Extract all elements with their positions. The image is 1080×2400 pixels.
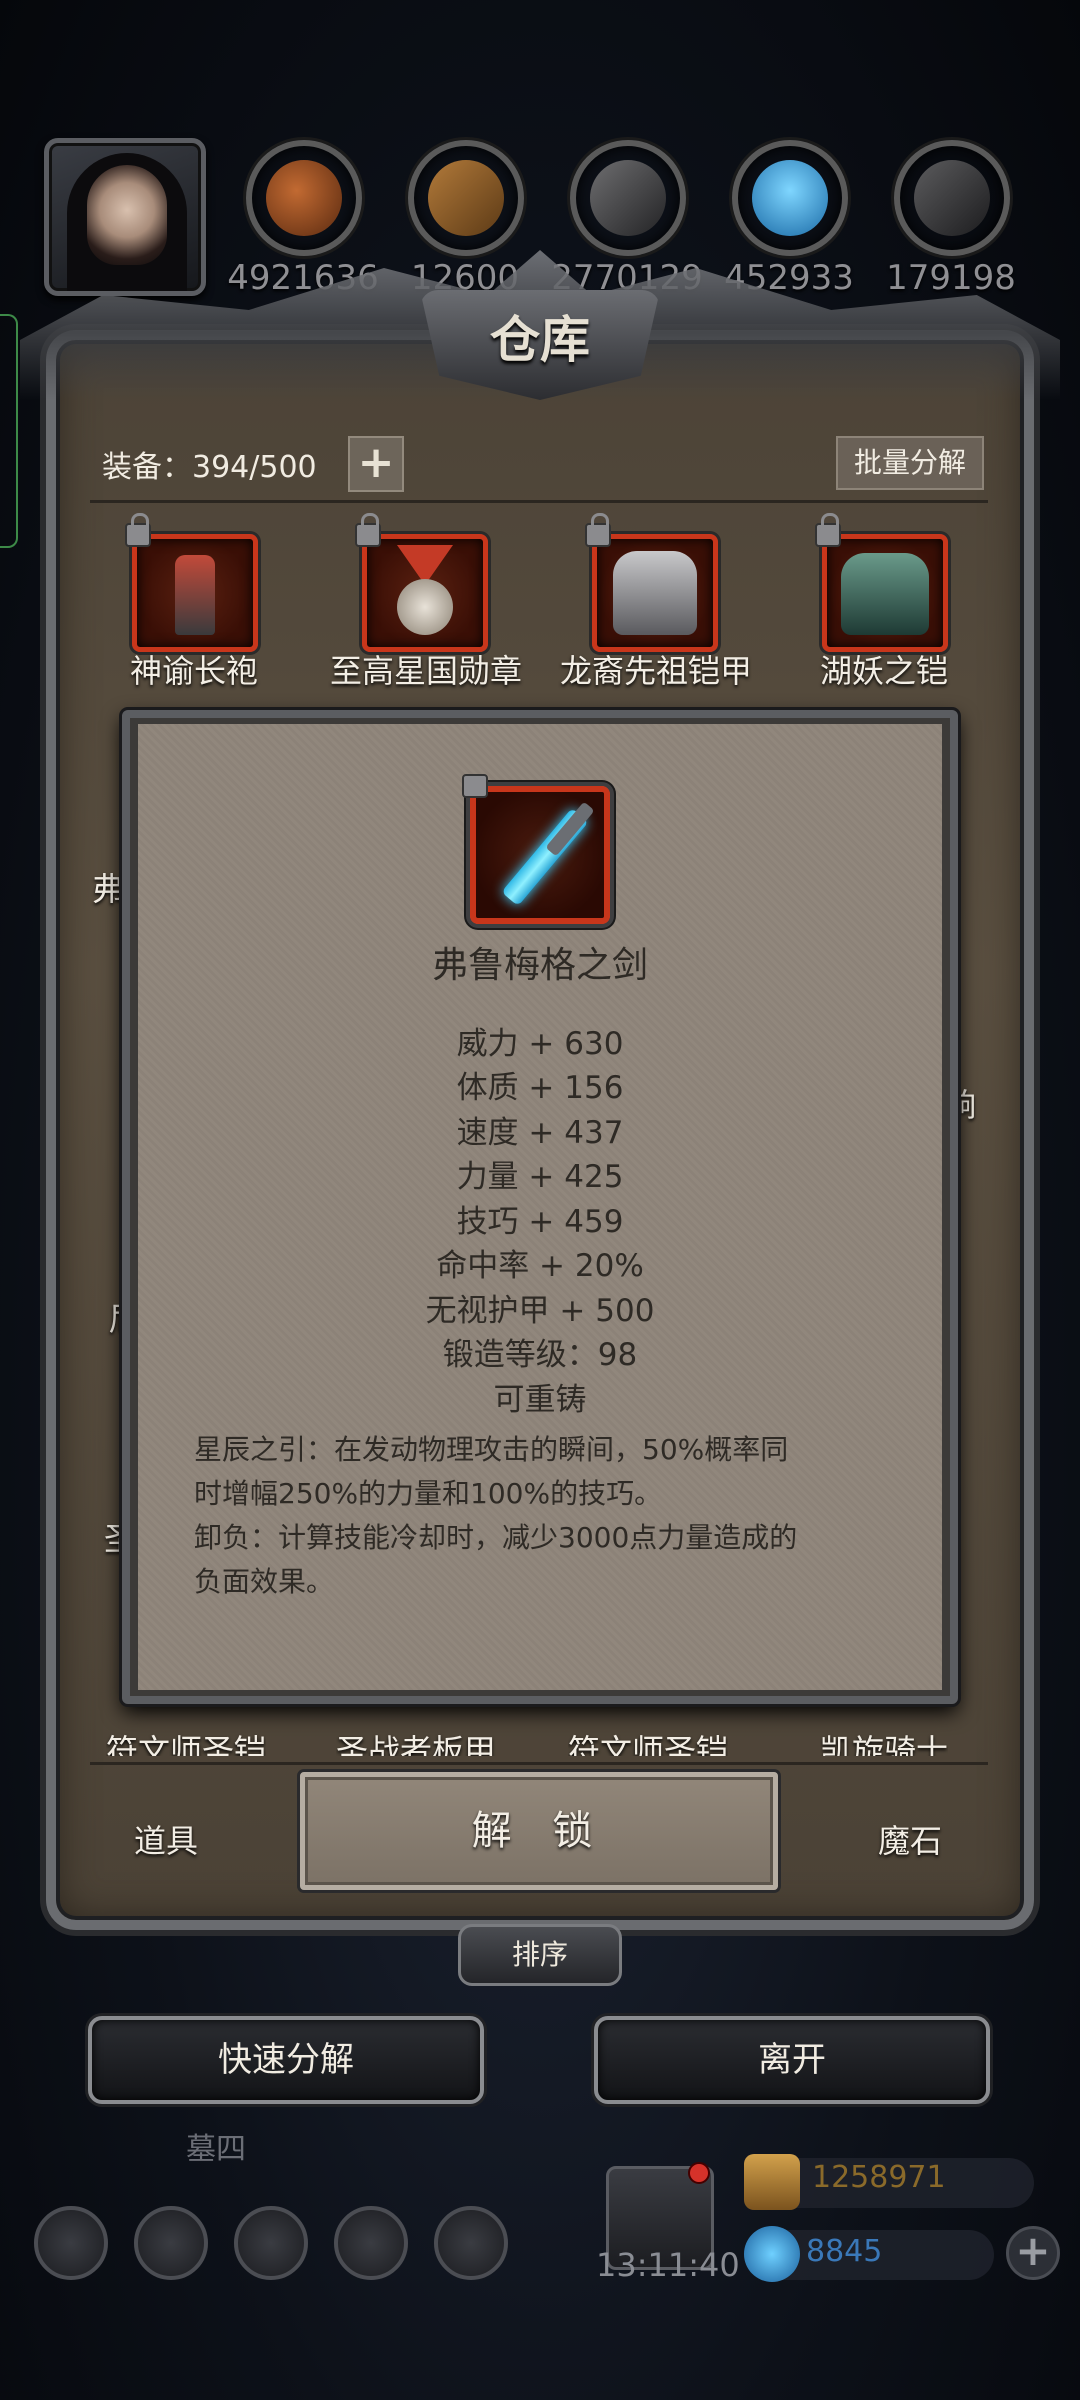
iron-ingot-icon bbox=[570, 140, 686, 256]
medal-icon bbox=[397, 579, 453, 635]
gem-value: 8845 bbox=[806, 2234, 883, 2269]
skill-description: 星辰之引：在发动物理攻击的瞬间，50%概率同 bbox=[194, 1433, 789, 1466]
gold-scroll-icon bbox=[744, 2154, 800, 2210]
background-label: 墓四 bbox=[186, 2132, 246, 2167]
tab-magic-stones[interactable]: 魔石 bbox=[878, 1816, 942, 1862]
crystal-icon bbox=[732, 140, 848, 256]
stat-line: 无视护甲 + 500 bbox=[425, 1293, 655, 1329]
equipment-count: 装备：394/500 bbox=[102, 450, 317, 485]
gold-value: 1258971 bbox=[812, 2160, 946, 2195]
stat-line: 力量 + 425 bbox=[456, 1159, 624, 1195]
batch-decompose-button[interactable]: 批量分解 bbox=[836, 436, 984, 490]
item-name: 龙裔先祖铠甲 bbox=[559, 652, 752, 690]
avatar-face bbox=[87, 165, 167, 265]
lock-icon bbox=[462, 774, 488, 798]
sort-button[interactable]: 排序 bbox=[458, 1924, 622, 1986]
page-title: 仓库 bbox=[490, 310, 590, 369]
armor-icon bbox=[841, 553, 929, 635]
obscured-item-label: 弗 bbox=[92, 870, 125, 908]
item-name: 符文师圣铠 bbox=[106, 1732, 267, 1756]
stat-line: 技巧 + 459 bbox=[456, 1204, 624, 1240]
player-avatar[interactable] bbox=[44, 138, 206, 296]
item-name: 湖妖之铠 bbox=[819, 652, 948, 690]
item-slot[interactable] bbox=[355, 513, 488, 652]
item-slot[interactable] bbox=[585, 513, 718, 652]
stat-line: 速度 + 437 bbox=[456, 1115, 624, 1151]
wood-icon bbox=[408, 140, 524, 256]
item-slot[interactable] bbox=[125, 513, 258, 652]
copper-ore-icon bbox=[246, 140, 362, 256]
unlock-button[interactable]: 解 锁 bbox=[300, 1772, 778, 1890]
skill-description: 卸负：计算技能冷却时，减少3000点力量造成的 bbox=[194, 1521, 798, 1554]
lock-icon bbox=[585, 513, 611, 547]
lock-icon bbox=[355, 513, 381, 547]
divider bbox=[90, 1762, 988, 1765]
item-name: 圣战者板甲 bbox=[336, 1732, 497, 1756]
guild-icon[interactable] bbox=[234, 2206, 308, 2280]
stat-line: 可重铸 bbox=[493, 1382, 587, 1418]
shop-icon[interactable] bbox=[434, 2206, 508, 2280]
gem-icon bbox=[744, 2226, 800, 2282]
lock-icon bbox=[815, 513, 841, 547]
notification-dot bbox=[688, 2162, 710, 2184]
item-name: 凯旋骑士 bbox=[820, 1732, 949, 1756]
lock-icon bbox=[125, 513, 151, 547]
stat-line: 命中率 + 20% bbox=[436, 1248, 644, 1284]
side-panel-edge bbox=[0, 314, 18, 548]
add-gems-button[interactable]: + bbox=[1006, 2226, 1060, 2280]
mail-icon[interactable] bbox=[334, 2206, 408, 2280]
item-name: 符文师圣铠 bbox=[568, 1732, 729, 1756]
skill-description: 时增幅250%的力量和100%的技巧。 bbox=[194, 1477, 663, 1510]
item-name: 至高星国勋章 bbox=[329, 652, 522, 690]
item-slot[interactable] bbox=[815, 513, 948, 652]
divider bbox=[90, 500, 988, 503]
star-icon[interactable] bbox=[134, 2206, 208, 2280]
item-name: 神谕长袍 bbox=[129, 652, 258, 690]
settings-icon[interactable] bbox=[34, 2206, 108, 2280]
item-detail-name: 弗鲁梅格之剑 bbox=[431, 945, 648, 986]
resource-value: 179198 bbox=[886, 258, 1016, 298]
stat-line: 体质 + 156 bbox=[456, 1070, 624, 1106]
item-detail-icon bbox=[462, 774, 610, 924]
leave-button[interactable]: 离开 bbox=[594, 2016, 990, 2104]
skill-description: 负面效果。 bbox=[194, 1565, 335, 1598]
expand-capacity-button[interactable]: + bbox=[348, 436, 404, 492]
stat-line: 锻造等级：98 bbox=[442, 1337, 638, 1373]
clock: 13:11:40 bbox=[596, 2246, 740, 2284]
tab-items[interactable]: 道具 bbox=[134, 1816, 198, 1862]
quick-decompose-button[interactable]: 快速分解 bbox=[88, 2016, 484, 2104]
stat-line: 威力 + 630 bbox=[456, 1026, 624, 1062]
steel-ingot-icon bbox=[894, 140, 1010, 256]
robe-icon bbox=[175, 555, 215, 635]
armor-icon bbox=[613, 551, 697, 635]
